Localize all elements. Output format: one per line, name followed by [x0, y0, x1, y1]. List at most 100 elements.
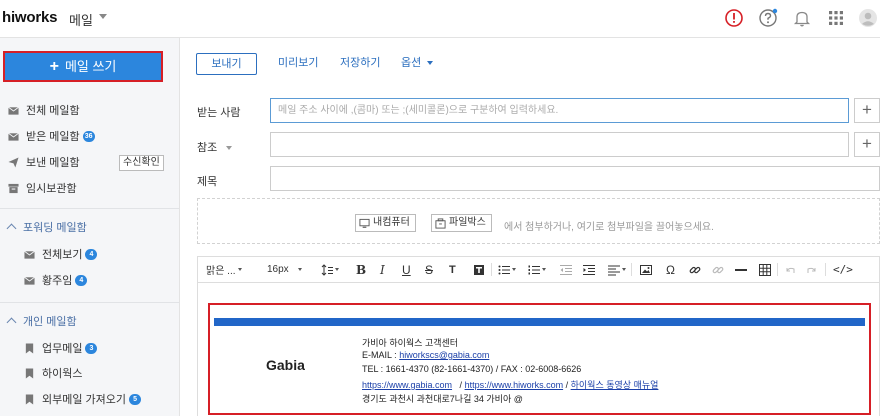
signature-company: 가비아 하이웍스 고객센터 [362, 338, 459, 348]
divider [491, 263, 492, 276]
to-field[interactable] [270, 98, 849, 123]
hiworks-website-link[interactable]: https://www.hiworks.com [465, 380, 564, 390]
signature-address: 경기도 과천시 과천대로7나길 34 가비아 @ [362, 394, 523, 404]
add-cc-button[interactable]: + [854, 132, 880, 157]
mailbox-icon [8, 106, 19, 115]
sidebar-item-label: 외부메일 가져오기 [42, 394, 127, 406]
file-box-button[interactable]: 파일박스 [431, 214, 492, 232]
signature-email-line: E-MAIL : hiworkscs@gabia.com [362, 350, 490, 360]
horizontal-rule-icon[interactable] [735, 261, 747, 278]
underline-icon[interactable]: U [402, 261, 411, 278]
chevron-down-icon [427, 61, 434, 65]
sidebar-group-forwarding[interactable]: 포워딩 메일함 [6, 219, 87, 235]
compose-panel: 보내기 미리보기 저장하기 옵션 받는 사람 + 참조 + 제목 내컴퓨터 파일… [181, 38, 880, 416]
to-input[interactable] [271, 99, 848, 122]
app-switcher-label[interactable]: 메일 [69, 10, 93, 29]
undo-icon[interactable] [784, 261, 796, 278]
file-box-icon [435, 217, 446, 229]
apps-grid-icon[interactable] [826, 8, 846, 28]
text-color-icon[interactable]: T [449, 261, 456, 278]
attachment-dropzone[interactable]: 내컴퓨터 파일박스 에서 첨부하거나, 여기로 첨부파일을 끌어놓으세요. [197, 198, 880, 244]
group-label: 포워딩 메일함 [23, 222, 87, 234]
numbered-list-icon[interactable] [528, 261, 546, 278]
send-icon [8, 156, 19, 168]
sidebar-item-inbox[interactable]: 받은 메일함 36 [8, 128, 95, 144]
drafts-icon [8, 183, 19, 193]
special-char-icon[interactable]: Ω [666, 261, 675, 278]
sidebar-item-all-mail[interactable]: 전체 메일함 [8, 102, 80, 118]
unread-count-badge: 4 [85, 248, 98, 260]
top-header: hiworks 메일 [0, 0, 880, 38]
chevron-down-icon [226, 146, 233, 150]
sidebar-item-forward-hwang[interactable]: 황주임 4 [24, 272, 88, 288]
sidebar-item-label: 임시보관함 [26, 183, 77, 195]
sidebar-item-label: 보낸 메일함 [26, 157, 80, 169]
gabia-website-link[interactable]: https://www.gabia.com [362, 380, 452, 390]
sidebar-item-work-mail[interactable]: 업무메일 3 [24, 340, 98, 356]
indent-icon[interactable] [583, 261, 595, 278]
user-avatar-icon[interactable] [858, 8, 878, 28]
outdent-icon[interactable] [560, 261, 572, 278]
unread-count-badge: 4 [75, 274, 88, 286]
subject-input[interactable] [271, 167, 879, 190]
signature-links-line: https://www.gabia.com / https://www.hiwo… [362, 380, 659, 390]
font-size-select[interactable]: 16px [267, 261, 302, 278]
video-manual-link[interactable]: 하이웍스 동영상 매뉴얼 [571, 380, 659, 390]
chevron-down-icon[interactable] [99, 14, 107, 19]
signature-color-bar [214, 318, 865, 326]
chevron-up-icon [6, 317, 17, 328]
redo-icon[interactable] [806, 261, 818, 278]
sidebar-item-label: 업무메일 [42, 343, 83, 355]
cc-field[interactable] [270, 132, 849, 157]
background-color-icon[interactable] [473, 261, 485, 278]
editor-toolbar: 맑은 ... 16px B I U S T Ω </> [197, 256, 880, 282]
preview-button[interactable]: 미리보기 [278, 53, 318, 75]
sidebar-item-sent[interactable]: 보낸 메일함 [8, 154, 80, 170]
monitor-icon [359, 218, 370, 228]
sidebar-item-hiworks[interactable]: 하이웍스 [24, 365, 82, 381]
help-circle-icon[interactable] [758, 8, 778, 28]
bookmark-icon [25, 393, 34, 405]
sidebar-group-personal[interactable]: 개인 메일함 [6, 313, 77, 329]
table-icon[interactable] [759, 261, 771, 278]
strikethrough-icon[interactable]: S [425, 261, 433, 278]
mail-body-editor[interactable]: Gabia 가비아 하이웍스 고객센터 E-MAIL : hiworkscs@g… [197, 282, 880, 416]
sidebar-item-label: 황주임 [42, 275, 73, 287]
divider [631, 263, 632, 276]
subject-label: 제목 [197, 176, 218, 188]
bell-icon[interactable] [792, 8, 812, 28]
cc-input[interactable] [271, 133, 848, 156]
signature-phone: TEL : 1661-4370 (82-1661-4370) / FAX : 0… [362, 364, 582, 374]
line-height-icon[interactable] [321, 261, 339, 278]
font-family-select[interactable]: 맑은 ... [206, 261, 242, 278]
signature-email-link[interactable]: hiworkscs@gabia.com [399, 350, 489, 360]
send-button[interactable]: 보내기 [196, 53, 257, 75]
link-icon[interactable] [689, 261, 701, 278]
align-icon[interactable] [608, 261, 626, 278]
sidebar-item-forward-all[interactable]: 전체보기 4 [24, 246, 98, 262]
read-receipt-button[interactable]: 수신확인 [119, 155, 164, 171]
compose-mail-button[interactable]: + 메일 쓰기 [3, 51, 163, 82]
sidebar-item-drafts[interactable]: 임시보관함 [8, 180, 77, 196]
bullet-list-icon[interactable] [498, 261, 516, 278]
cc-label[interactable]: 참조 [197, 139, 233, 155]
save-draft-button[interactable]: 저장하기 [340, 53, 380, 75]
dropzone-hint: 에서 첨부하거나, 여기로 첨부파일을 끌어놓으세요. [504, 222, 714, 233]
mail-icon [24, 276, 35, 285]
unread-count-badge: 3 [85, 342, 98, 354]
add-recipient-button[interactable]: + [854, 98, 880, 123]
chevron-up-icon [6, 223, 17, 234]
source-code-icon[interactable]: </> [833, 261, 853, 278]
subject-field[interactable] [270, 166, 880, 191]
unlink-icon[interactable] [712, 261, 724, 278]
alert-circle-icon[interactable] [724, 8, 744, 28]
sidebar-item-external-mail[interactable]: 외부메일 가져오기 5 [24, 391, 142, 407]
bold-icon[interactable]: B [356, 261, 366, 278]
hiworks-logo[interactable]: hiworks [2, 9, 57, 26]
divider [825, 263, 826, 276]
italic-icon[interactable]: I [380, 261, 385, 278]
sidebar-item-label: 전체보기 [42, 249, 83, 261]
image-icon[interactable] [640, 261, 652, 278]
options-menu[interactable]: 옵션 [401, 53, 434, 75]
my-pc-button[interactable]: 내컴퓨터 [355, 214, 416, 232]
